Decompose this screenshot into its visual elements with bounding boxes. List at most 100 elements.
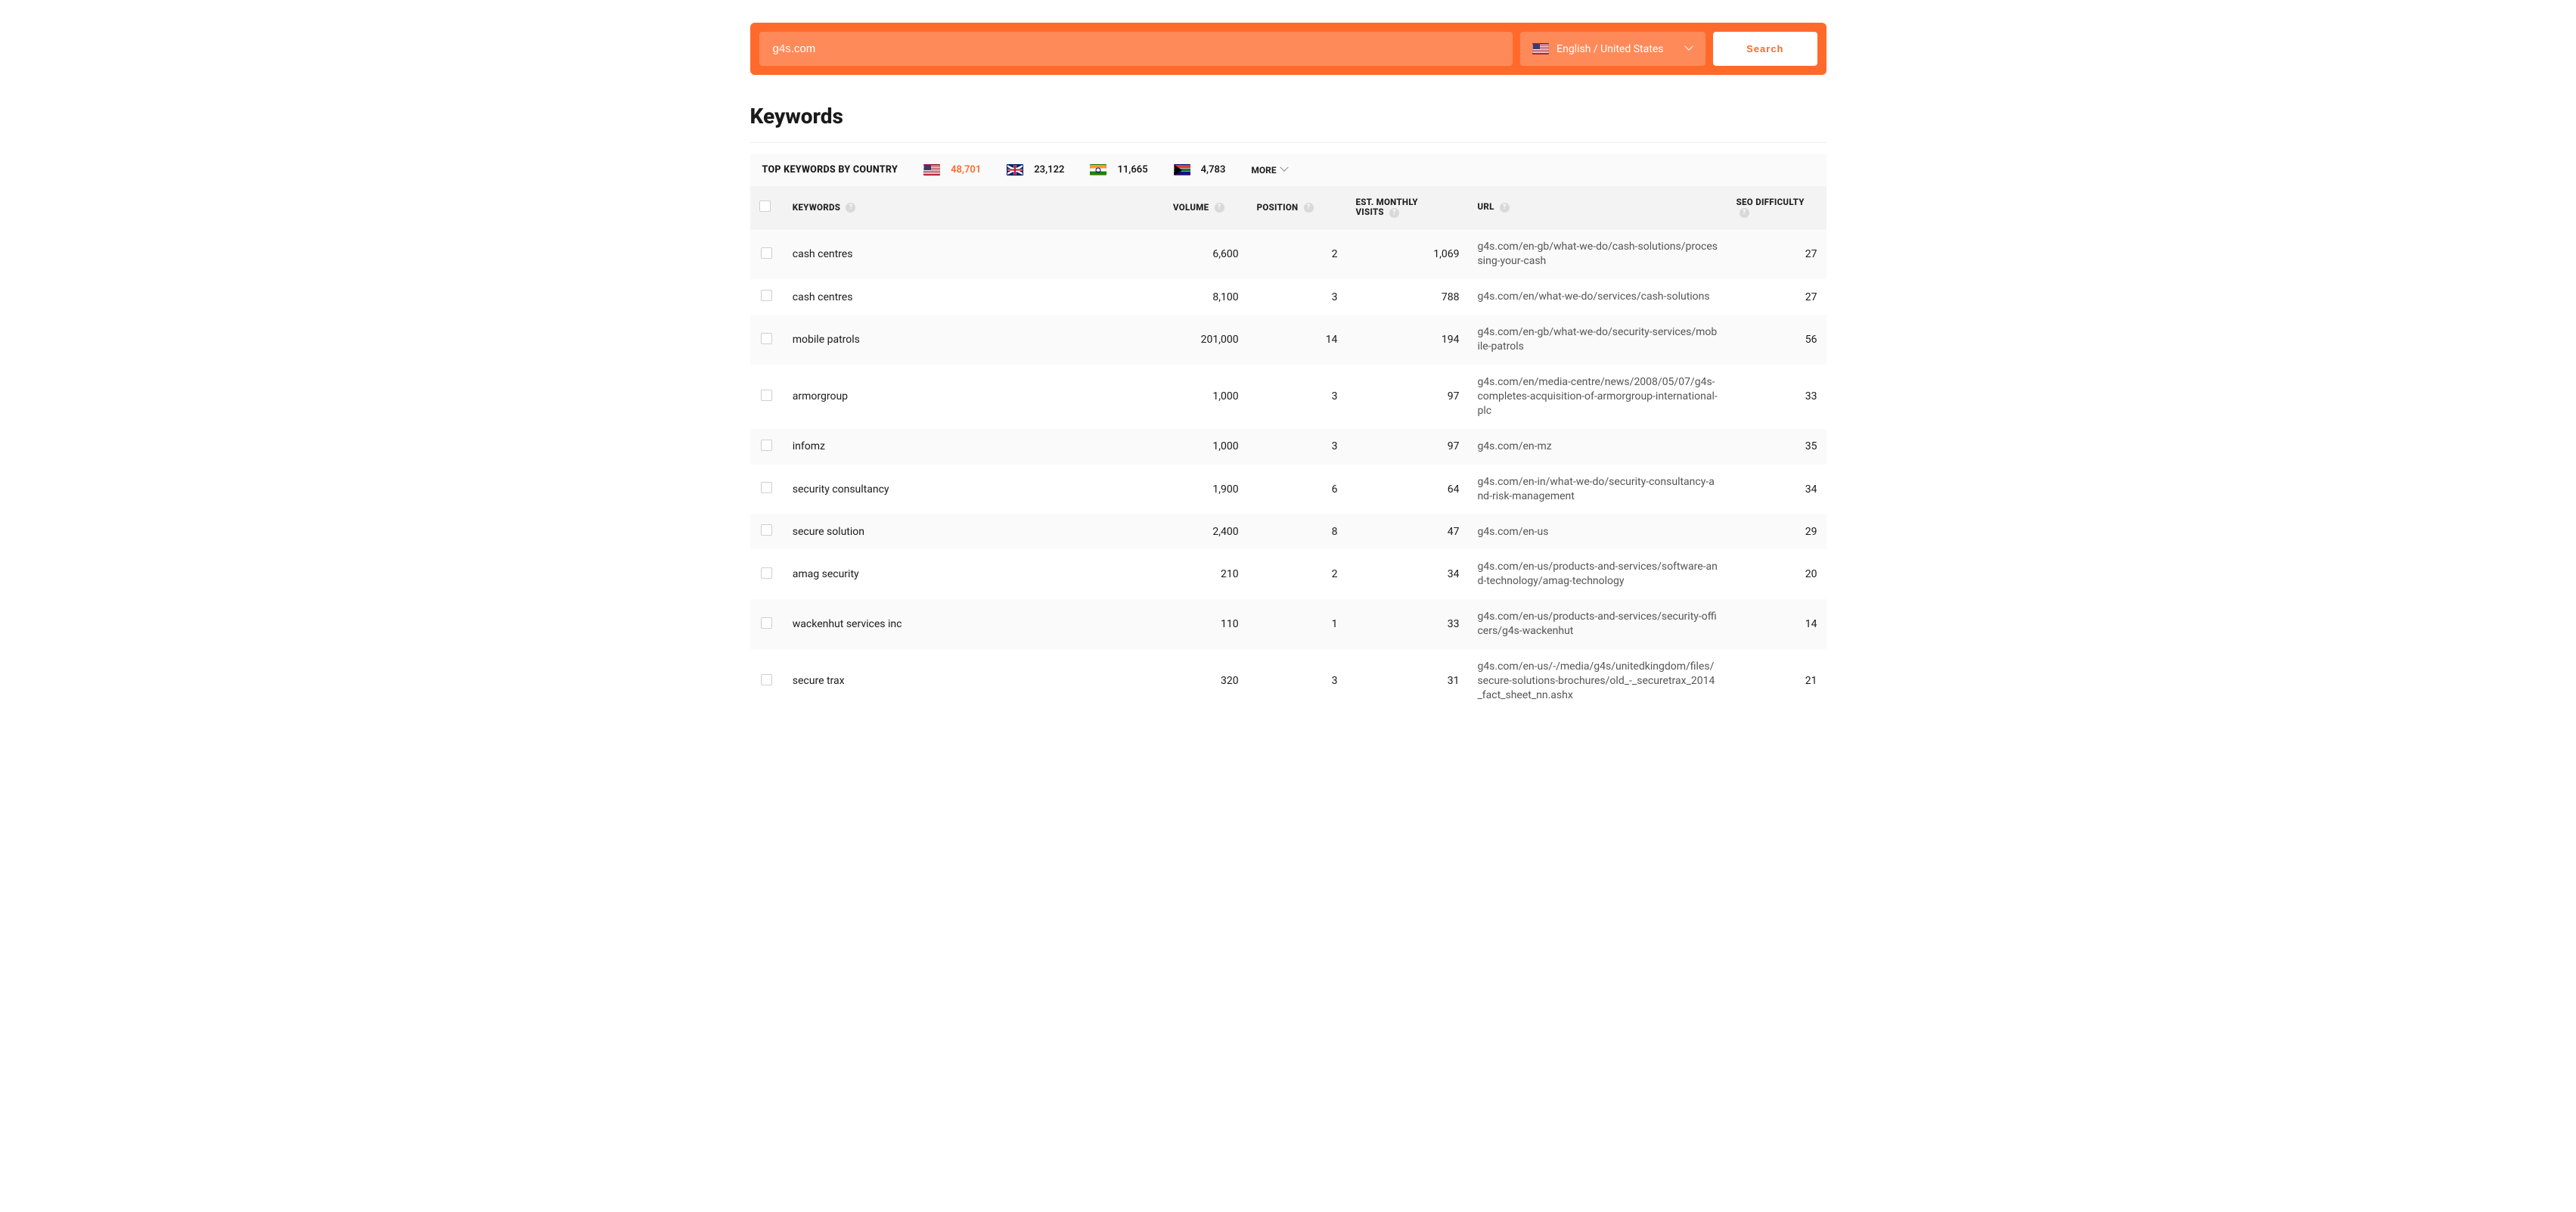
cell-position: 3 [1248,649,1347,713]
cell-url: g4s.com/en-us/products-and-services/soft… [1468,549,1727,599]
cell-position: 6 [1248,465,1347,514]
cell-difficulty: 34 [1727,465,1826,514]
help-icon[interactable]: ? [1304,203,1314,213]
row-checkbox[interactable] [761,333,772,344]
flag-in-icon [1090,164,1106,176]
cell-url: g4s.com/en-us/-/media/g4s/unitedkingdom/… [1468,649,1727,713]
cell-position: 3 [1248,279,1347,315]
cell-position: 3 [1248,365,1347,429]
cell-volume: 110 [1164,599,1248,649]
country-tab-gb[interactable]: 23,122 [1007,164,1064,176]
col-position[interactable]: POSITION ? [1248,186,1347,229]
table-row: security consultancy1,900664g4s.com/en-i… [750,465,1826,514]
cell-volume: 210 [1164,549,1248,599]
search-button[interactable]: Search [1713,32,1817,66]
help-icon[interactable]: ? [1389,208,1399,218]
country-count: 11,665 [1117,164,1147,176]
flag-gb-icon [1007,164,1023,176]
row-checkbox[interactable] [761,674,772,685]
country-tabs: TOP KEYWORDS BY COUNTRY 48,701 23,122 11,6… [750,154,1826,186]
cell-url: g4s.com/en-gb/what-we-do/security-servic… [1468,315,1727,365]
help-icon[interactable]: ? [846,203,855,213]
help-icon[interactable]: ? [1740,208,1749,218]
cell-keyword: mobile patrols [784,315,1164,365]
col-visits-label-1: EST. MONTHLY [1355,197,1417,207]
flag-us-icon [923,164,940,176]
chevron-down-icon [1686,45,1693,53]
cell-difficulty: 21 [1727,649,1826,713]
cell-difficulty: 27 [1727,279,1826,315]
cell-visits: 31 [1346,649,1468,713]
language-label: English / United States [1556,43,1663,55]
cell-url: g4s.com/en-us [1468,514,1727,549]
cell-url: g4s.com/en/media-centre/news/2008/05/07/… [1468,365,1727,429]
country-count: 48,701 [951,164,981,176]
table-row: cash centres8,1003788g4s.com/en/what-we-… [750,279,1826,315]
cell-keyword: cash centres [784,279,1164,315]
row-checkbox[interactable] [761,390,772,401]
cell-visits: 97 [1346,429,1468,465]
col-visits[interactable]: EST. MONTHLY VISITS ? [1346,186,1468,229]
divider [750,142,1826,143]
cell-volume: 320 [1164,649,1248,713]
table-row: wackenhut services inc110133g4s.com/en-u… [750,599,1826,649]
cell-visits: 788 [1346,279,1468,315]
row-checkbox[interactable] [761,567,772,579]
row-checkbox[interactable] [761,247,772,259]
cell-position: 3 [1248,429,1347,465]
cell-difficulty: 29 [1727,514,1826,549]
country-tab-in[interactable]: 11,665 [1090,164,1147,176]
language-select[interactable]: English / United States [1520,32,1705,66]
cell-position: 2 [1248,549,1347,599]
row-checkbox[interactable] [761,617,772,629]
cell-url: g4s.com/en-in/what-we-do/security-consul… [1468,465,1727,514]
cell-volume: 8,100 [1164,279,1248,315]
domain-input[interactable] [759,32,1513,66]
col-url[interactable]: URL ? [1468,186,1727,229]
col-keywords[interactable]: KEYWORDS ? [784,186,1164,229]
cell-keyword: secure solution [784,514,1164,549]
flag-za-icon [1174,164,1190,176]
help-icon[interactable]: ? [1500,203,1510,213]
row-checkbox[interactable] [761,440,772,451]
row-checkbox[interactable] [761,482,772,493]
country-tab-us[interactable]: 48,701 [923,164,981,176]
table-row: infomz1,000397g4s.com/en-mz35 [750,429,1826,465]
cell-keyword: secure trax [784,649,1164,713]
country-count: 4,783 [1201,164,1226,176]
table-row: cash centres6,60021,069g4s.com/en-gb/wha… [750,229,1826,279]
help-icon[interactable]: ? [1215,203,1224,213]
row-checkbox[interactable] [761,290,772,301]
col-url-label: URL [1477,201,1494,212]
cell-visits: 33 [1346,599,1468,649]
cell-keyword: cash centres [784,229,1164,279]
col-select-all [750,186,784,229]
cell-visits: 34 [1346,549,1468,599]
select-all-checkbox[interactable] [759,200,771,212]
cell-position: 2 [1248,229,1347,279]
keywords-table: KEYWORDS ? VOLUME ? POSITION ? EST. MONT… [750,186,1826,713]
col-volume[interactable]: VOLUME ? [1164,186,1248,229]
cell-difficulty: 35 [1727,429,1826,465]
cell-visits: 194 [1346,315,1468,365]
col-position-label: POSITION [1257,202,1299,213]
cell-difficulty: 33 [1727,365,1826,429]
more-countries-button[interactable]: MORE [1251,165,1288,176]
cell-volume: 1,000 [1164,365,1248,429]
flag-us-icon [1532,43,1549,54]
country-tab-za[interactable]: 4,783 [1174,164,1226,176]
cell-url: g4s.com/en-mz [1468,429,1727,465]
country-tabs-label: TOP KEYWORDS BY COUNTRY [762,164,898,176]
cell-visits: 1,069 [1346,229,1468,279]
cell-difficulty: 56 [1727,315,1826,365]
search-bar: English / United States Search [750,23,1826,75]
cell-volume: 1,000 [1164,429,1248,465]
row-checkbox[interactable] [761,524,772,536]
table-row: secure trax320331g4s.com/en-us/-/media/g… [750,649,1826,713]
cell-difficulty: 14 [1727,599,1826,649]
col-difficulty[interactable]: SEO DIFFICULTY ? [1727,186,1826,229]
cell-position: 14 [1248,315,1347,365]
cell-url: g4s.com/en/what-we-do/services/cash-solu… [1468,279,1727,315]
cell-keyword: infomz [784,429,1164,465]
table-row: mobile patrols201,00014194g4s.com/en-gb/… [750,315,1826,365]
